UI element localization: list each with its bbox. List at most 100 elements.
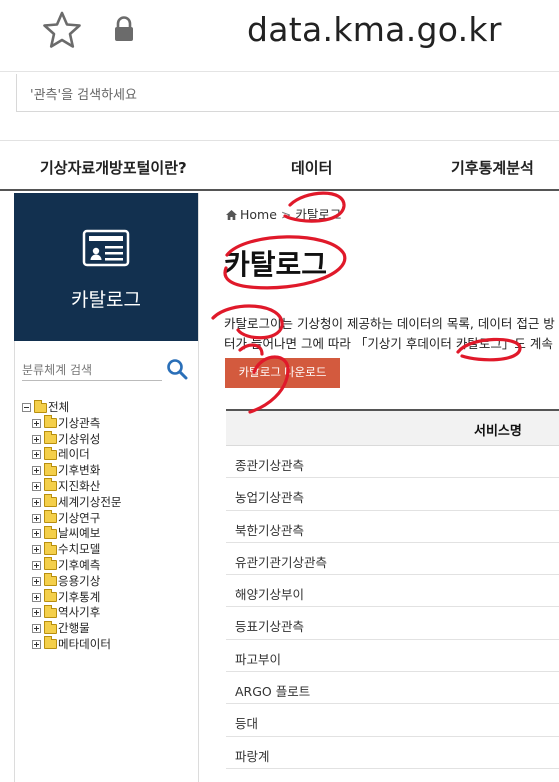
tree-item-label[interactable]: 기후통계 [58,590,100,604]
site-search-input[interactable]: '관측'을 검색하세요 [16,74,559,112]
tree-item[interactable]: 기후예측 [22,557,121,574]
service-table: 서비스명 종관기상관측 농업기상관측 북한기상관측 유관기관기상관측 해양기상부… [226,409,559,769]
gnb-item-about[interactable]: 기상자료개방포털이란? [40,157,187,178]
collapse-icon[interactable] [22,403,31,412]
folder-icon [44,510,57,524]
tree-item-label[interactable]: 응용기상 [58,574,100,588]
gnb-item-climate-stats[interactable]: 기후통계분석 [451,157,534,178]
expand-icon[interactable] [32,639,41,649]
table-row[interactable]: 파고부이 [226,640,559,673]
tree-item[interactable]: 수치모델 [22,541,121,558]
url-text[interactable]: data.kma.go.kr [247,10,502,49]
lnb-header: 카탈로그 [14,193,198,341]
folder-icon [44,462,57,476]
lnb-left-border [14,341,15,782]
tree-item[interactable]: 지진화산 [22,478,121,495]
browser-url-bar: data.kma.go.kr [0,0,559,72]
tree-item[interactable]: 메타데이터 [22,636,121,653]
folder-icon [34,399,47,413]
folder-icon [44,478,57,492]
breadcrumb-home[interactable]: Home [240,207,277,222]
folder-icon [44,431,57,445]
breadcrumb: Home > 카탈로그 [226,204,341,223]
catalog-description: 카탈로그이는 기상청이 제공하는 데이터의 목록, 데이터 접근 방 터가 늘어… [224,314,559,354]
tree-item-label[interactable]: 레이더 [58,447,90,461]
expand-icon[interactable] [32,513,41,523]
search-icon[interactable] [166,358,188,380]
folder-icon [44,589,57,603]
expand-icon[interactable] [32,624,41,634]
column-header-service-name: 서비스명 [474,424,522,439]
tree-item[interactable]: 기상위성 [22,431,121,448]
tree-item[interactable]: 기후통계 [22,589,121,606]
gnb-item-data[interactable]: 데이터 [291,157,332,178]
expand-icon[interactable] [32,481,41,491]
folder-icon [44,446,57,460]
table-row[interactable]: 등대 [226,704,559,737]
expand-icon[interactable] [32,497,41,507]
tree-item[interactable]: 응용기상 [22,573,121,590]
folder-icon [44,525,57,539]
expand-icon[interactable] [32,529,41,539]
table-row[interactable]: 등표기상관측 [226,607,559,640]
tree-item[interactable]: 날씨예보 [22,525,121,542]
table-row[interactable]: ARGO 플로트 [226,672,559,705]
folder-icon [44,557,57,571]
table-row[interactable]: 파랑계 [226,737,559,769]
expand-icon[interactable] [32,545,41,555]
site-search-area: '관측'을 검색하세요 [0,72,559,140]
folder-icon [44,636,57,650]
tree-item-label[interactable]: 간행물 [58,621,90,635]
lock-icon [115,16,133,41]
tree-item-label[interactable]: 지진화산 [58,479,100,493]
tree-item[interactable]: 역사기후 [22,604,121,621]
tree-root-label[interactable]: 전체 [48,400,69,414]
folder-icon [44,620,57,634]
folder-icon [44,541,57,555]
tree-item[interactable]: 레이더 [22,446,121,463]
folder-icon [44,573,57,587]
expand-icon[interactable] [32,434,41,444]
tree-item-label[interactable]: 기상위성 [58,432,100,446]
tree-item-label[interactable]: 기상관측 [58,416,100,430]
table-row[interactable]: 북한기상관측 [226,511,559,543]
tree-item[interactable]: 기상연구 [22,510,121,527]
tree-item-label[interactable]: 수치모델 [58,542,100,556]
folder-icon [44,415,57,429]
expand-icon[interactable] [32,576,41,586]
expand-icon[interactable] [32,592,41,602]
tree-item-label[interactable]: 기후예측 [58,558,100,572]
tree-search-input[interactable]: 분류체계 검색 [22,355,162,381]
tree-item[interactable]: 기후변화 [22,462,121,479]
folder-icon [44,604,57,618]
table-row[interactable]: 유관기관기상관측 [226,543,559,576]
expand-icon[interactable] [32,450,41,460]
tree-item[interactable]: 기상관측 [22,415,121,432]
star-outline-icon[interactable] [42,10,82,50]
tree-item-label[interactable]: 기상연구 [58,511,100,525]
tree-root[interactable]: 전체 [22,399,121,416]
tree-item-label[interactable]: 기후변화 [58,463,100,477]
table-row[interactable]: 해양기상부이 [226,575,559,608]
tree-item[interactable]: 간행물 [22,620,121,637]
catalog-download-button[interactable]: 카탈로그 다운로드 [225,358,340,388]
global-nav: 기상자료개방포털이란? 데이터 기후통계분석 [0,141,559,191]
home-icon[interactable] [226,210,237,220]
tree-item-label[interactable]: 메타데이터 [58,637,111,651]
table-header: 서비스명 [226,411,559,446]
tree-item-label[interactable]: 역사기후 [58,605,100,619]
table-row[interactable]: 종관기상관측 [226,446,559,479]
category-tree: 전체 기상관측 기상위성 레이더 기후변화 지진화산 세계기상전문 기상연구 날… [22,399,121,653]
table-row[interactable]: 농업기상관측 [226,478,559,511]
expand-icon[interactable] [32,466,41,476]
tree-item-label[interactable]: 세계기상전문 [58,495,121,509]
breadcrumb-separator: > [280,207,292,222]
description-line: 카탈로그이는 기상청이 제공하는 데이터의 목록, 데이터 접근 방 [224,316,555,331]
tree-item[interactable]: 세계기상전문 [22,494,121,511]
description-line: 터가 늘어나면 그에 따라 「기상기 후데이터 카탈로그」도 계속 [224,336,553,351]
tree-item-label[interactable]: 날씨예보 [58,526,100,540]
breadcrumb-current: 카탈로그 [295,207,342,222]
expand-icon[interactable] [32,418,41,428]
expand-icon[interactable] [32,608,41,618]
expand-icon[interactable] [32,560,41,570]
